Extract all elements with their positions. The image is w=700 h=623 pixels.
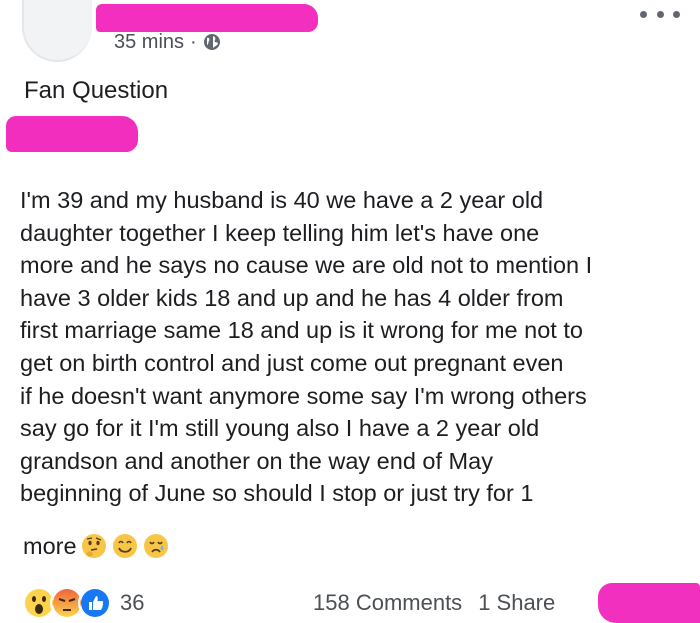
smiling-face-emoji bbox=[111, 532, 139, 560]
avatar[interactable] bbox=[22, 0, 92, 62]
meta-separator: · bbox=[190, 30, 197, 53]
post-timestamp[interactable]: 35 mins bbox=[114, 31, 184, 54]
globe-icon bbox=[203, 33, 221, 51]
reaction-count: 36 bbox=[120, 590, 145, 615]
shares-count-link[interactable]: 1 Share bbox=[478, 590, 555, 616]
like-reaction-icon bbox=[78, 586, 112, 620]
engagement-stats: 158 Comments 1 Share bbox=[313, 590, 555, 616]
post-meta: 35 mins · bbox=[114, 30, 221, 54]
redacted-author-name bbox=[96, 4, 318, 32]
post-body: I'm 39 and my husband is 40 we have a 2 … bbox=[20, 187, 593, 507]
post-title: Fan Question bbox=[24, 77, 169, 104]
facebook-post: 35 mins · Fan Question I'm 39 and my hus… bbox=[0, 0, 700, 623]
reaction-summary[interactable]: 36 bbox=[22, 586, 145, 620]
redacted-area bbox=[598, 583, 700, 623]
post-body-last-line: more bbox=[23, 530, 170, 562]
more-options-icon[interactable] bbox=[640, 6, 680, 22]
comments-count-link[interactable]: 158 Comments bbox=[313, 590, 462, 616]
thinking-face-emoji bbox=[80, 532, 108, 560]
redacted-text bbox=[6, 116, 138, 152]
crying-face-emoji bbox=[142, 532, 170, 560]
post-body-tail: more bbox=[23, 532, 77, 559]
